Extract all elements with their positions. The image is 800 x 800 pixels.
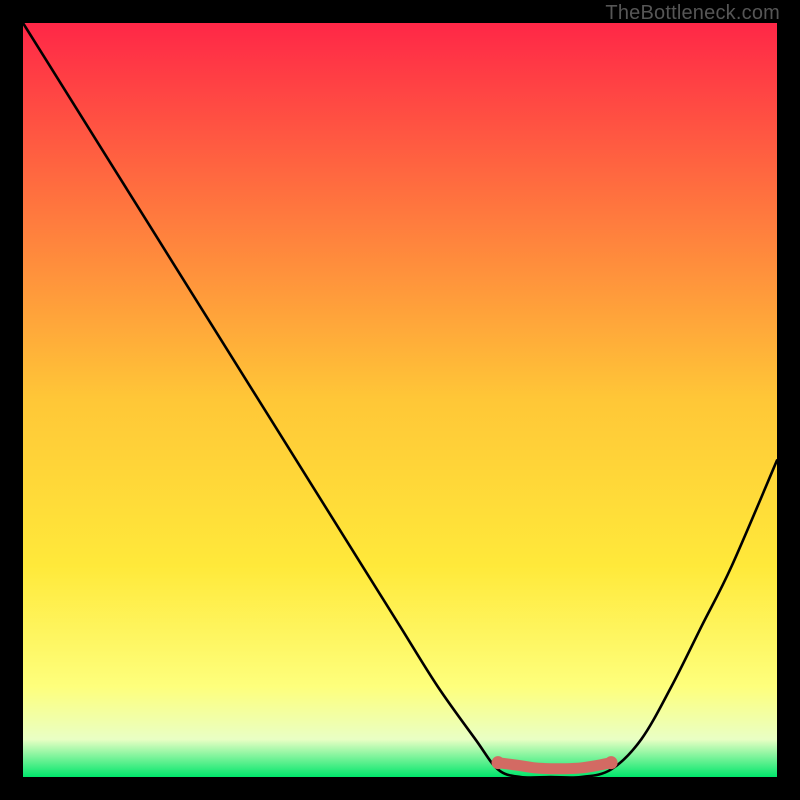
plot-area [23,23,777,777]
marker-start-dot [492,756,505,769]
chart-frame: TheBottleneck.com [0,0,800,800]
chart-svg [23,23,777,777]
gradient-background [23,23,777,777]
optimal-range-marker [498,763,611,769]
marker-end-dot [605,756,618,769]
watermark-text: TheBottleneck.com [605,2,780,25]
